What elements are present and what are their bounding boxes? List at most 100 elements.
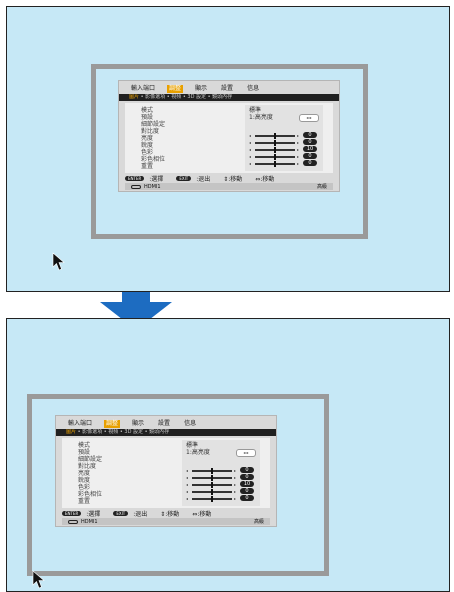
- osd-tab-bar: 輸入端口 調整 顯示 設置 信息: [66, 420, 198, 428]
- osd-body: 模式 預設 細節設定 對比度 亮度 銳度 色彩 彩色相位 重置 標準 1:高亮度…: [125, 103, 333, 173]
- subnav-rest: • 影像選項 • 視頻 • 3D 設定 • 鏡頭內存: [139, 94, 233, 100]
- move-hint: ⇕:移動: [223, 175, 243, 183]
- tab-input-port[interactable]: 輸入端口: [66, 420, 94, 428]
- tab-setup[interactable]: 設置: [219, 85, 235, 93]
- brightness-slider[interactable]: ◂ ▸ 0: [186, 474, 254, 481]
- label-sharpness[interactable]: 銳度: [78, 477, 102, 484]
- osd-key-guide: ENTER :選擇 EXIT :退出 ⇕:移動 ⇔:移動: [62, 509, 270, 518]
- settings-value-panel: 標準 1:高亮度 ◂ ▸ ◂ ▸ 0 ◂ ▸ 0 ◂ ▸ 10 ◂ ▸ 0 ◂ ▸ 0: [182, 440, 260, 506]
- tab-info[interactable]: 信息: [182, 420, 198, 428]
- contrast-slider[interactable]: ◂ ▸ 0: [249, 132, 317, 139]
- slider-value: 0: [303, 139, 317, 145]
- label-detail-settings[interactable]: 細節設定: [141, 121, 165, 128]
- preset-stepper[interactable]: ◂ ▸: [299, 114, 319, 122]
- hdmi-icon: [68, 519, 78, 524]
- enter-key-badge: ENTER: [125, 175, 145, 181]
- subnav-current[interactable]: 圖片: [129, 94, 139, 100]
- move-hint-horizontal: ⇔:移動: [192, 510, 212, 518]
- hdmi-icon: [131, 184, 141, 189]
- color-slider[interactable]: ◂ ▸ 0: [249, 153, 317, 160]
- projected-screen-bottom: 輸入端口 調整 顯示 設置 信息 圖片 • 影像選項 • 視頻 • 3D 設定 …: [6, 318, 450, 592]
- mouse-pointer-icon: [52, 252, 65, 271]
- osd-menu: 輸入端口 調整 顯示 設置 信息 圖片 • 影像選項 • 視頻 • 3D 設定 …: [119, 81, 339, 191]
- source-indicator: HDMI1: [131, 184, 161, 190]
- exit-action: :退出: [196, 175, 211, 183]
- label-hue[interactable]: 彩色相位: [141, 156, 165, 163]
- sharpness-slider[interactable]: ◂ ▸ 10: [249, 146, 317, 153]
- osd-subnav: 圖片 • 影像選項 • 視頻 • 3D 設定 • 鏡頭內存: [56, 429, 276, 436]
- tab-adjust[interactable]: 調整: [167, 85, 184, 93]
- left-right-arrows-icon: ◂ ▸: [306, 115, 312, 120]
- slider-value: 10: [240, 481, 254, 487]
- tab-display[interactable]: 顯示: [130, 420, 146, 428]
- slider-value: 0: [240, 474, 254, 480]
- color-slider[interactable]: ◂ ▸ 0: [186, 488, 254, 495]
- enter-action: :選擇: [149, 175, 164, 183]
- source-indicator: HDMI1: [68, 519, 98, 525]
- osd-body: 模式 預設 細節設定 對比度 亮度 銳度 色彩 彩色相位 重置 標準 1:高亮度…: [62, 438, 270, 508]
- slider-value: 0: [240, 495, 254, 501]
- label-preset[interactable]: 預設: [141, 114, 165, 121]
- slider-thumb[interactable]: [211, 496, 213, 502]
- osd-menu: 輸入端口 調整 顯示 設置 信息 圖片 • 影像選項 • 視頻 • 3D 設定 …: [56, 416, 276, 526]
- mouse-pointer-icon: [32, 570, 45, 589]
- tab-setup[interactable]: 設置: [156, 420, 172, 428]
- tab-display[interactable]: 顯示: [193, 85, 209, 93]
- mode-value: 標準: [186, 442, 199, 449]
- label-brightness[interactable]: 亮度: [141, 135, 165, 142]
- subnav-current[interactable]: 圖片: [66, 429, 76, 435]
- hue-slider[interactable]: ◂ ▸ 0: [186, 495, 254, 502]
- source-name: HDMI1: [144, 183, 161, 190]
- hue-slider[interactable]: ◂ ▸ 0: [249, 160, 317, 167]
- osd-subnav: 圖片 • 影像選項 • 視頻 • 3D 設定 • 鏡頭內存: [119, 94, 339, 101]
- label-mode[interactable]: 模式: [141, 107, 165, 114]
- label-reset[interactable]: 重置: [78, 498, 102, 505]
- settings-value-panel: 標準 1:高亮度 ◂ ▸ ◂ ▸ 0 ◂ ▸ 0 ◂ ▸ 10 ◂ ▸ 0 ◂ ▸ 0: [245, 105, 323, 171]
- label-contrast[interactable]: 對比度: [78, 463, 102, 470]
- label-color[interactable]: 色彩: [78, 484, 102, 491]
- brightness-slider[interactable]: ◂ ▸ 0: [249, 139, 317, 146]
- label-contrast[interactable]: 對比度: [141, 128, 165, 135]
- slider-value: 0: [303, 160, 317, 166]
- label-reset[interactable]: 重置: [141, 163, 165, 170]
- label-color[interactable]: 色彩: [141, 149, 165, 156]
- label-preset[interactable]: 預設: [78, 449, 102, 456]
- preset-value: 1:高亮度: [186, 449, 210, 456]
- exit-key-badge: EXIT: [176, 175, 192, 181]
- label-sharpness[interactable]: 銳度: [141, 142, 165, 149]
- subnav-rest: • 影像選項 • 視頻 • 3D 設定 • 鏡頭內存: [76, 429, 170, 435]
- exit-key-badge: EXIT: [113, 510, 129, 516]
- preset-stepper[interactable]: ◂ ▸: [236, 449, 256, 457]
- enter-key-badge: ENTER: [62, 510, 82, 516]
- osd-key-guide: ENTER :選擇 EXIT :退出 ⇕:移動 ⇔:移動: [125, 174, 333, 183]
- label-hue[interactable]: 彩色相位: [78, 491, 102, 498]
- source-name: HDMI1: [81, 518, 98, 525]
- slider-value: 10: [303, 146, 317, 152]
- menu-mode: 高級: [253, 519, 264, 525]
- tab-info[interactable]: 信息: [245, 85, 261, 93]
- label-brightness[interactable]: 亮度: [78, 470, 102, 477]
- label-detail-settings[interactable]: 細節設定: [78, 456, 102, 463]
- osd-status-bar: HDMI1 高級: [62, 518, 270, 525]
- osd-status-bar: HDMI1 高級: [125, 183, 333, 190]
- slider-thumb[interactable]: [274, 161, 276, 167]
- sharpness-slider[interactable]: ◂ ▸ 10: [186, 481, 254, 488]
- move-hint-horizontal: ⇔:移動: [255, 175, 275, 183]
- setting-labels: 模式 預設 細節設定 對比度 亮度 銳度 色彩 彩色相位 重置: [78, 442, 102, 505]
- mode-value: 標準: [249, 107, 262, 114]
- menu-mode: 高級: [316, 184, 327, 190]
- projected-screen-top: 輸入端口 調整 顯示 設置 信息 圖片 • 影像選項 • 視頻 • 3D 設定 …: [6, 6, 450, 292]
- slider-value: 0: [240, 488, 254, 494]
- slider-value: 0: [303, 153, 317, 159]
- preset-value: 1:高亮度: [249, 114, 273, 121]
- tab-input-port[interactable]: 輸入端口: [129, 85, 157, 93]
- tab-adjust[interactable]: 調整: [104, 420, 121, 428]
- contrast-slider[interactable]: ◂ ▸ 0: [186, 467, 254, 474]
- slider-value: 0: [240, 467, 254, 473]
- move-hint: ⇕:移動: [160, 510, 180, 518]
- setting-labels: 模式 預設 細節設定 對比度 亮度 銳度 色彩 彩色相位 重置: [141, 107, 165, 170]
- enter-action: :選擇: [86, 510, 101, 518]
- label-mode[interactable]: 模式: [78, 442, 102, 449]
- osd-tab-bar: 輸入端口 調整 顯示 設置 信息: [129, 85, 261, 93]
- exit-action: :退出: [133, 510, 148, 518]
